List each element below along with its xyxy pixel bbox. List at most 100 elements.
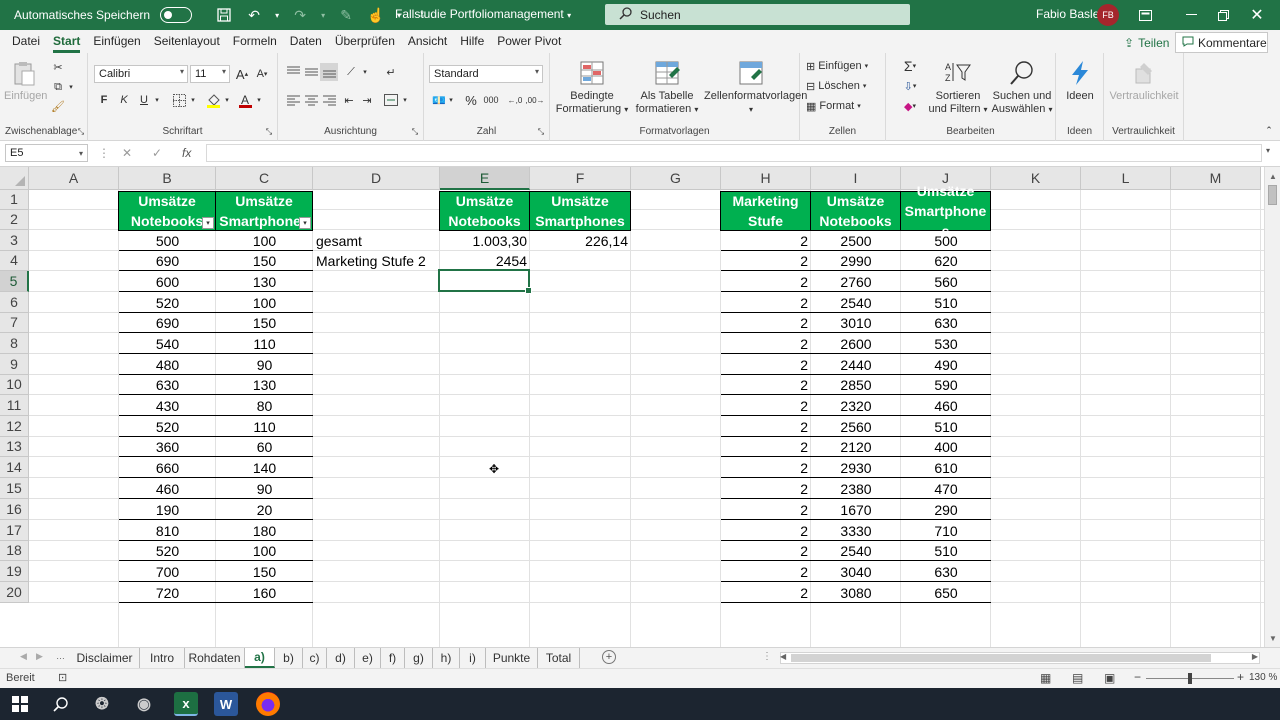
table-cell[interactable]: 2	[721, 292, 811, 313]
row-header-17[interactable]: 17	[0, 520, 29, 541]
table-cell[interactable]: 3040	[811, 561, 901, 582]
row-header-2[interactable]: 2	[0, 210, 29, 230]
table-cell[interactable]: 190	[119, 499, 216, 520]
italic-button[interactable]: K	[116, 91, 132, 109]
user-name[interactable]: Fabio Basler	[1036, 7, 1103, 21]
word-taskbar-icon[interactable]: W	[214, 692, 238, 716]
sheet-tab[interactable]: d)	[327, 648, 355, 668]
paste-button[interactable]: Einfügen	[4, 59, 47, 103]
tab-next-icon[interactable]: ▶	[36, 651, 43, 662]
table-cell[interactable]: 700	[119, 561, 216, 582]
sheet-tab[interactable]: Total	[538, 648, 580, 668]
table2-header-smartphones[interactable]: Umsätze Smartphone s	[900, 183, 991, 239]
sheet-tab[interactable]: Disclaimer	[70, 648, 140, 668]
table-cell[interactable]: 490	[901, 354, 991, 375]
sheet-tab[interactable]: Punkte	[486, 648, 538, 668]
table-cell[interactable]: 2	[721, 333, 811, 354]
underline-button[interactable]: U	[136, 91, 152, 109]
windows-start-icon[interactable]	[8, 692, 32, 716]
filter-dropdown-icon[interactable]: ▾	[299, 217, 311, 229]
normal-view-icon[interactable]: ▦	[1040, 671, 1051, 685]
table-cell[interactable]: 560	[901, 271, 991, 292]
table-cell[interactable]: 510	[901, 541, 991, 561]
alignment-launcher-icon[interactable]: ⤡	[410, 127, 420, 137]
table-cell[interactable]: 3080	[811, 582, 901, 603]
borders-dropdown-icon[interactable]: ▾	[188, 91, 198, 109]
row-header-7[interactable]: 7	[0, 313, 29, 333]
row-header-1[interactable]: 1	[0, 190, 29, 210]
vertical-scrollbar[interactable]: ▲ ▼	[1264, 167, 1280, 647]
row-header-16[interactable]: 16	[0, 499, 29, 520]
cell-d3[interactable]: gesamt	[313, 230, 440, 251]
close-icon[interactable]: ✕	[1234, 0, 1280, 30]
table-cell[interactable]: 690	[119, 313, 216, 333]
table-cell[interactable]: 100	[216, 292, 313, 313]
comments-button[interactable]: Kommentare	[1175, 32, 1268, 53]
table-cell[interactable]: 430	[119, 395, 216, 416]
search-box[interactable]: Suchen	[605, 4, 910, 25]
zoom-out-icon[interactable]: −	[1134, 670, 1141, 684]
row-header-14[interactable]: 14	[0, 457, 29, 478]
zoom-slider-thumb[interactable]	[1188, 673, 1192, 684]
clear-icon[interactable]: ◆ ▾	[896, 97, 924, 115]
sheet-tab[interactable]: h)	[433, 648, 460, 668]
table-cell[interactable]: 520	[119, 292, 216, 313]
table-cell[interactable]: 90	[216, 354, 313, 375]
sheet-tab[interactable]: c)	[303, 648, 327, 668]
fill-color-dropdown-icon[interactable]: ▾	[222, 91, 232, 109]
align-middle-icon[interactable]	[302, 63, 320, 81]
table-cell[interactable]: 60	[216, 437, 313, 457]
table2-header-notebooks[interactable]: Umsätze Notebooks	[810, 191, 901, 231]
bold-button[interactable]: F	[96, 91, 112, 109]
increase-indent-icon[interactable]: ⇥	[358, 91, 376, 109]
table-cell[interactable]: 710	[901, 520, 991, 541]
sensitivity-button[interactable]: Vertraulichkeit	[1108, 59, 1180, 103]
table-cell[interactable]: 460	[901, 395, 991, 416]
borders-icon[interactable]	[170, 91, 188, 109]
row-header-10[interactable]: 10	[0, 375, 29, 395]
insert-function-icon[interactable]: fx	[182, 146, 191, 160]
table-cell[interactable]: 180	[216, 520, 313, 541]
table-cell[interactable]: 2	[721, 251, 811, 271]
page-layout-view-icon[interactable]: ▤	[1072, 671, 1083, 685]
fill-icon[interactable]: ⇩ ▾	[896, 77, 924, 95]
table-cell[interactable]: 2560	[811, 416, 901, 437]
row-header-11[interactable]: 11	[0, 395, 29, 416]
format-as-table-button[interactable]: Als Tabelle formatieren ▾	[632, 59, 702, 116]
number-format-combo[interactable]: Standard ▾	[429, 65, 543, 83]
table-cell[interactable]: 2	[721, 541, 811, 561]
tab-seitenlayout[interactable]: Seitenlayout	[154, 34, 220, 53]
share-button[interactable]: ⇪ Teilen	[1116, 32, 1177, 53]
cancel-entry-icon[interactable]: ✕	[122, 146, 132, 160]
table-cell[interactable]: 140	[216, 457, 313, 478]
align-right-icon[interactable]	[320, 91, 338, 109]
table-cell[interactable]: 150	[216, 313, 313, 333]
shrink-font-icon[interactable]: A ▾	[254, 65, 270, 83]
column-header-l[interactable]: L	[1081, 167, 1171, 190]
font-color-icon[interactable]: A	[236, 91, 254, 109]
undo-dropdown-icon[interactable]: ▾	[272, 3, 282, 27]
table-cell[interactable]: 810	[119, 520, 216, 541]
grow-font-icon[interactable]: A ▴	[234, 65, 250, 83]
row-header-18[interactable]: 18	[0, 541, 29, 561]
table-cell[interactable]: 500	[119, 230, 216, 251]
table2-header-stufe[interactable]: Marketing Stufe	[720, 191, 811, 231]
table-cell[interactable]: 3330	[811, 520, 901, 541]
font-launcher-icon[interactable]: ⤡	[264, 127, 274, 137]
table-cell[interactable]: 720	[119, 582, 216, 603]
table-cell[interactable]: 100	[216, 541, 313, 561]
cell-styles-button[interactable]: Zellenformatvorlagen ▾	[704, 59, 807, 116]
photos-app-icon[interactable]: ❂	[90, 692, 114, 716]
page-break-view-icon[interactable]: ▣	[1104, 671, 1115, 685]
table-cell[interactable]: 2600	[811, 333, 901, 354]
table-cell[interactable]: 360	[119, 437, 216, 457]
table-cell[interactable]: 2	[721, 499, 811, 520]
table-cell[interactable]: 2990	[811, 251, 901, 271]
table-cell[interactable]: 480	[119, 354, 216, 375]
collapse-ribbon-icon[interactable]: ⌃	[1262, 123, 1276, 137]
sheet-tab[interactable]: Intro	[140, 648, 185, 668]
table-cell[interactable]: 1670	[811, 499, 901, 520]
table-cell[interactable]: 520	[119, 416, 216, 437]
column-header-c[interactable]: C	[216, 167, 313, 190]
cut-icon[interactable]: ✂	[50, 59, 66, 75]
